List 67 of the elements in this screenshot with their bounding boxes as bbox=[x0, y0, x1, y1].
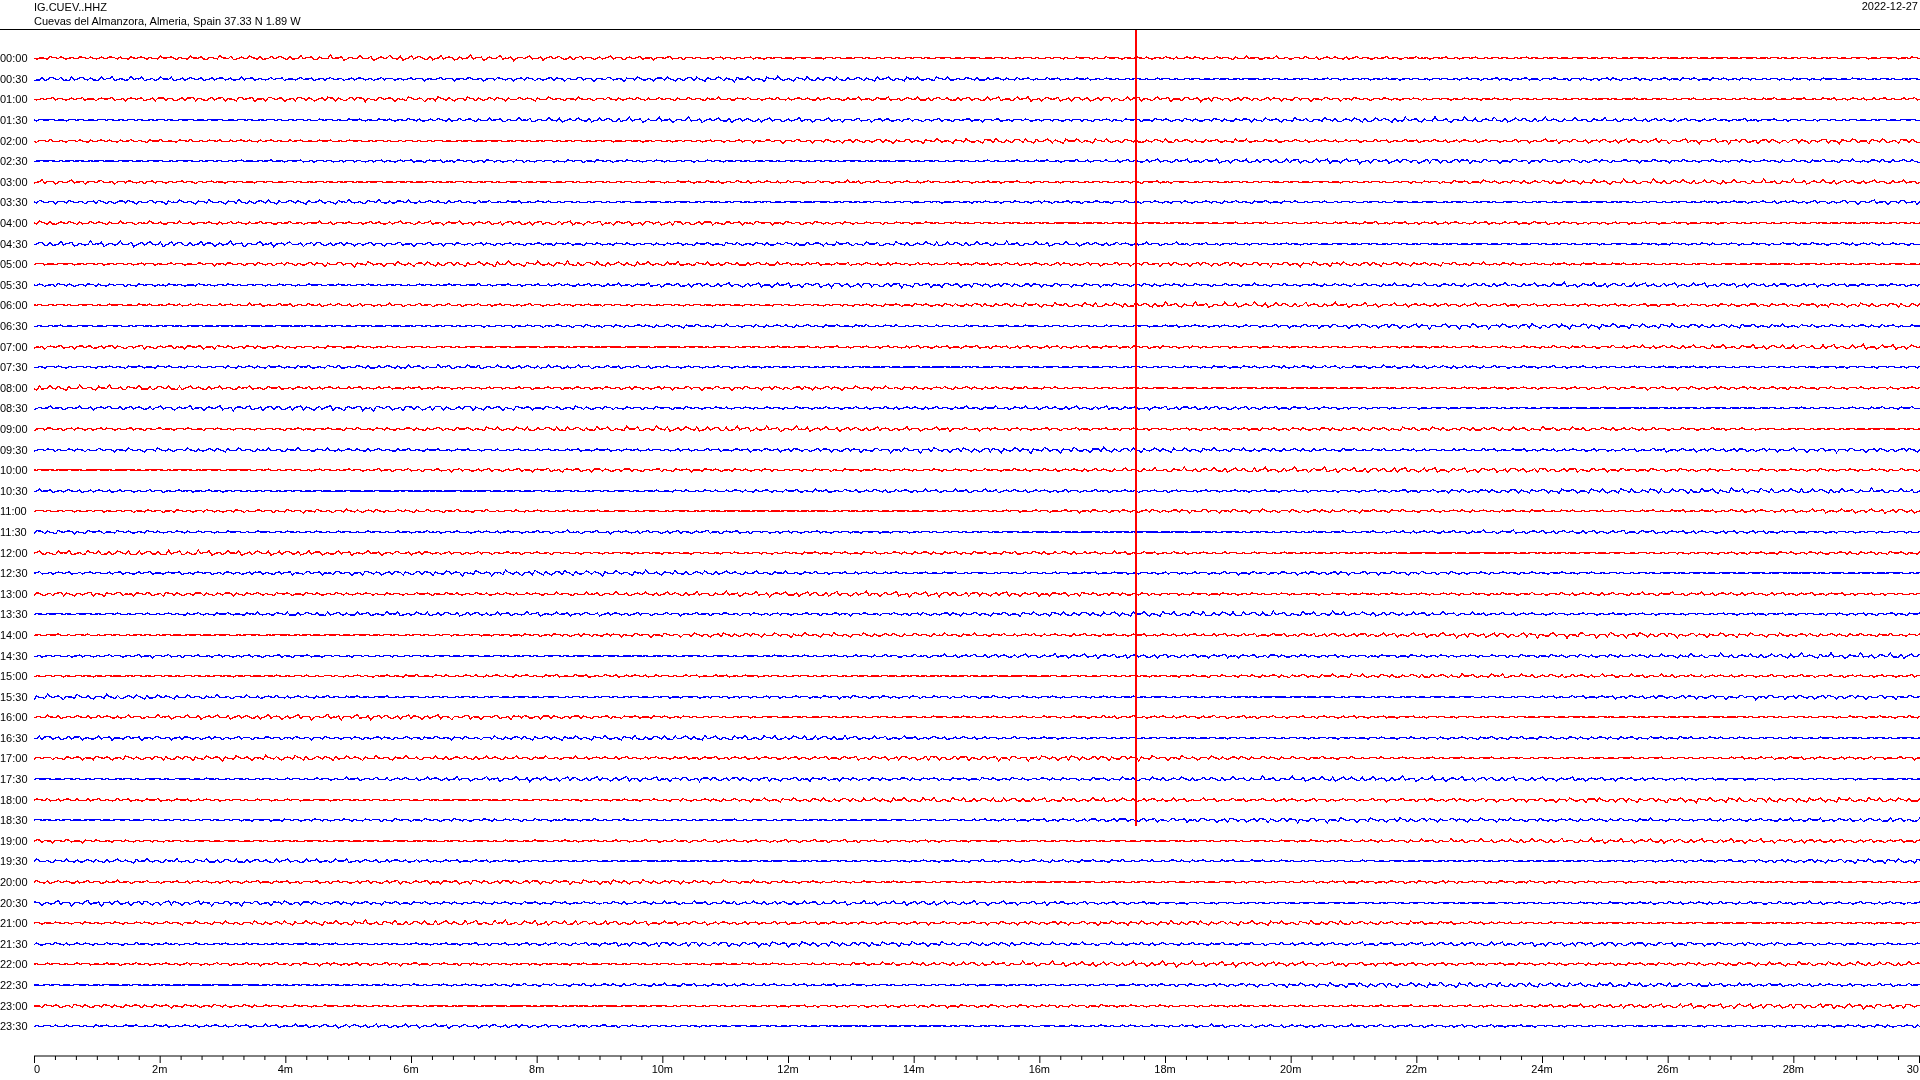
time-label: 04:00 bbox=[0, 217, 29, 230]
time-label: 20:00 bbox=[0, 876, 29, 889]
time-label: 18:00 bbox=[0, 793, 29, 806]
axis-label: 16m bbox=[1028, 1062, 1051, 1075]
time-label: 06:30 bbox=[0, 320, 29, 332]
time-label: 03:00 bbox=[0, 175, 29, 188]
axis-label: 14m bbox=[902, 1062, 925, 1075]
time-label: 12:30 bbox=[0, 567, 29, 580]
time-label: 07:30 bbox=[0, 361, 29, 374]
time-label: 17:30 bbox=[0, 773, 29, 786]
time-label: 22:30 bbox=[0, 979, 29, 991]
axis-label: 2m bbox=[152, 1062, 168, 1075]
axis-label: 22m bbox=[1405, 1062, 1428, 1075]
time-label: 02:00 bbox=[0, 134, 29, 147]
time-label: 00:00 bbox=[0, 52, 29, 65]
axis-label: 12m bbox=[777, 1062, 799, 1075]
time-label: 10:00 bbox=[0, 464, 29, 477]
time-label: 11:00 bbox=[0, 505, 28, 518]
time-label: 21:00 bbox=[0, 917, 29, 930]
time-label: 02:30 bbox=[0, 155, 29, 168]
time-label: 15:00 bbox=[0, 670, 29, 683]
time-label: 14:00 bbox=[0, 628, 29, 641]
time-label: 01:00 bbox=[0, 93, 29, 106]
time-label: 20:30 bbox=[0, 896, 29, 909]
time-label: 18:30 bbox=[0, 814, 29, 827]
axis-label: 0 bbox=[34, 1062, 41, 1075]
time-label: 06:00 bbox=[0, 299, 29, 312]
time-label: 23:00 bbox=[0, 999, 29, 1012]
time-label: 00:30 bbox=[0, 72, 29, 85]
time-label: 09:30 bbox=[0, 443, 29, 456]
time-label: 11:30 bbox=[0, 525, 28, 538]
axis-label: 18m bbox=[1154, 1062, 1176, 1075]
time-label: 03:30 bbox=[0, 196, 29, 209]
time-label: 21:30 bbox=[0, 937, 29, 950]
time-label: 08:00 bbox=[0, 381, 29, 394]
date-label: 2022-12-27 bbox=[1861, 0, 1918, 14]
time-label: 12:00 bbox=[0, 546, 29, 559]
time-label: 10:30 bbox=[0, 484, 29, 497]
axis-label: 30 bbox=[1906, 1062, 1919, 1075]
time-label: 22:00 bbox=[0, 958, 29, 971]
axis-label: 6m bbox=[403, 1062, 419, 1075]
time-label: 17:00 bbox=[0, 752, 29, 765]
station-code: IG.CUEV..HHZ bbox=[34, 0, 108, 14]
axis-label: 24m bbox=[1531, 1062, 1553, 1075]
time-label: 14:30 bbox=[0, 649, 29, 662]
time-label: 05:30 bbox=[0, 278, 29, 291]
time-label: 16:30 bbox=[0, 731, 29, 744]
time-label: 01:30 bbox=[0, 114, 29, 127]
time-label: 13:00 bbox=[0, 587, 29, 600]
time-label: 15:30 bbox=[0, 690, 29, 703]
axis-label: 8m bbox=[529, 1062, 545, 1075]
time-label: 05:00 bbox=[0, 258, 29, 271]
station-location: Cuevas del Almanzora, Almeria, Spain 37.33 N 1.89 W bbox=[34, 14, 301, 28]
time-label: 19:00 bbox=[0, 834, 29, 847]
axis-label: 10m bbox=[651, 1062, 674, 1075]
axis-label: 20m bbox=[1279, 1062, 1302, 1075]
time-label: 07:00 bbox=[0, 340, 29, 353]
time-label: 23:30 bbox=[0, 1020, 29, 1033]
time-label: 04:30 bbox=[0, 237, 29, 250]
time-label: 09:00 bbox=[0, 423, 29, 435]
axis-label: 26m bbox=[1656, 1062, 1679, 1075]
axis-label: 4m bbox=[277, 1062, 293, 1075]
time-label: 19:30 bbox=[0, 855, 29, 868]
time-label: 08:30 bbox=[0, 402, 29, 415]
axis-label: 28m bbox=[1782, 1062, 1805, 1075]
time-label: 16:00 bbox=[0, 711, 29, 724]
time-label: 13:30 bbox=[0, 608, 29, 621]
